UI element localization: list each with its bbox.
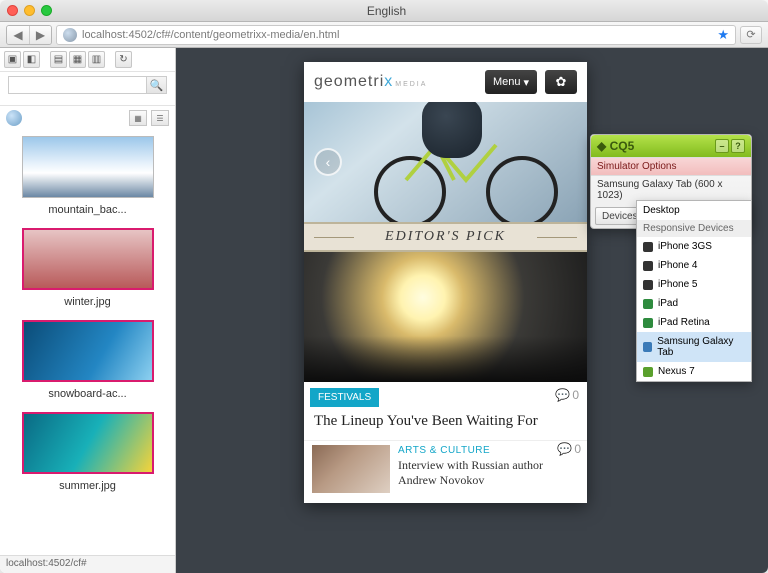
story-category: ARTS & CULTURE xyxy=(398,445,579,456)
status-bar: localhost:4502/cf# xyxy=(0,555,175,573)
carousel-prev-button[interactable]: ‹ xyxy=(314,148,342,176)
device-icon xyxy=(643,367,653,377)
thumbnail-caption: winter.jpg xyxy=(10,296,165,308)
thumbnail-caption: mountain_bac... xyxy=(10,204,165,216)
cq5-section-header: Simulator Options xyxy=(591,157,751,176)
minimize-icon[interactable] xyxy=(24,5,35,16)
back-button[interactable]: ◀ xyxy=(7,26,29,44)
category-tag[interactable]: FESTIVALS xyxy=(310,388,379,407)
thumbnail-item[interactable]: mountain_bac... xyxy=(10,136,165,216)
cq5-logo-icon: ◆ xyxy=(597,139,606,153)
device-option[interactable]: iPhone 4 xyxy=(637,256,751,275)
zoom-icon[interactable] xyxy=(41,5,52,16)
thumbnail-item[interactable]: snowboard-ac... xyxy=(10,320,165,400)
menu-button[interactable]: Menu▾ xyxy=(485,70,537,94)
url-bar[interactable]: localhost:4502/cf#/content/geometrixx-me… xyxy=(56,25,736,45)
device-icon xyxy=(643,242,653,252)
grid-view-button[interactable]: ▦ xyxy=(129,110,147,126)
content-area: geometrixMEDIA Menu▾ ✿ ‹ EDITOR'S PICK F… xyxy=(176,48,768,573)
device-option[interactable]: iPhone 3GS xyxy=(637,237,751,256)
sidebar-search-input[interactable] xyxy=(8,76,147,94)
gear-icon: ✿ xyxy=(556,74,567,90)
device-icon xyxy=(643,261,653,271)
titlebar: English xyxy=(0,0,768,22)
sidebar-search-button[interactable]: 🔍 xyxy=(147,76,167,94)
sb-btn-6[interactable]: ↻ xyxy=(115,51,132,68)
cq5-title: CQ5 xyxy=(610,139,635,153)
device-option[interactable]: Samsung Galaxy Tab xyxy=(637,332,751,362)
window-title: English xyxy=(52,4,721,18)
globe-icon[interactable] xyxy=(6,110,22,126)
hero-carousel[interactable]: ‹ xyxy=(304,102,587,222)
device-icon xyxy=(643,299,653,309)
chevron-down-icon: ▾ xyxy=(523,76,529,89)
comments-count[interactable]: 💬0 xyxy=(555,388,579,402)
device-option[interactable]: iPad Retina xyxy=(637,313,751,332)
thumbnail-item[interactable]: winter.jpg xyxy=(10,228,165,308)
thumbnail-caption: summer.jpg xyxy=(10,480,165,492)
story-thumbnail xyxy=(312,445,390,493)
url-text: localhost:4502/cf#/content/geometrixx-me… xyxy=(82,29,339,41)
story-title: Interview with Russian author Andrew Nov… xyxy=(398,458,579,488)
close-icon[interactable] xyxy=(7,5,18,16)
list-view-button[interactable]: ☰ xyxy=(151,110,169,126)
article-headline[interactable]: The Lineup You've Been Waiting For xyxy=(304,407,587,440)
content-finder-sidebar: ▣ ◧ ▤ ▦ ▥ ↻ 🔍 ▦ ☰ mountain_bac... winter.… xyxy=(0,48,176,573)
simulator-viewport: geometrixMEDIA Menu▾ ✿ ‹ EDITOR'S PICK F… xyxy=(304,62,587,503)
bookmark-icon[interactable]: ★ xyxy=(717,27,729,43)
comments-count[interactable]: 💬0 xyxy=(557,442,581,456)
device-icon xyxy=(643,342,652,352)
device-option[interactable]: iPad xyxy=(637,294,751,313)
sb-btn-5[interactable]: ▥ xyxy=(88,51,105,68)
devices-dropdown-menu: Desktop Responsive Devices iPhone 3GSiPh… xyxy=(636,200,752,382)
cq5-minimize-button[interactable]: – xyxy=(715,139,729,153)
device-option[interactable]: Nexus 7 xyxy=(637,362,751,381)
comment-icon: 💬 xyxy=(557,442,572,456)
sb-btn-2[interactable]: ◧ xyxy=(23,51,40,68)
featured-image[interactable] xyxy=(304,252,587,382)
settings-button[interactable]: ✿ xyxy=(545,70,577,94)
editors-pick-ribbon: EDITOR'S PICK xyxy=(304,222,587,252)
device-option[interactable]: iPhone 5 xyxy=(637,275,751,294)
sb-btn-1[interactable]: ▣ xyxy=(4,51,21,68)
site-logo[interactable]: geometrixMEDIA xyxy=(314,73,427,91)
sb-btn-4[interactable]: ▦ xyxy=(69,51,86,68)
reload-button[interactable]: ⟳ xyxy=(740,26,762,44)
forward-button[interactable]: ▶ xyxy=(29,26,51,44)
sidebar-toolbar: ▣ ◧ ▤ ▦ ▥ ↻ xyxy=(0,48,175,72)
device-icon xyxy=(643,318,653,328)
device-icon xyxy=(643,280,653,290)
app-window: English ◀ ▶ localhost:4502/cf#/content/g… xyxy=(0,0,768,573)
thumbnail-item[interactable]: summer.jpg xyxy=(10,412,165,492)
device-group-header: Responsive Devices xyxy=(637,220,751,237)
sb-btn-3[interactable]: ▤ xyxy=(50,51,67,68)
globe-icon xyxy=(63,28,77,42)
comment-icon: 💬 xyxy=(555,388,570,402)
browser-toolbar: ◀ ▶ localhost:4502/cf#/content/geometrix… xyxy=(0,22,768,48)
thumbnail-list[interactable]: mountain_bac... winter.jpg snowboard-ac...… xyxy=(0,130,175,555)
cq5-help-button[interactable]: ? xyxy=(731,139,745,153)
thumbnail-caption: snowboard-ac... xyxy=(10,388,165,400)
site-header: geometrixMEDIA Menu▾ ✿ xyxy=(304,62,587,102)
story-row[interactable]: ARTS & CULTURE 💬0 Interview with Russian… xyxy=(304,440,587,503)
device-option-desktop[interactable]: Desktop xyxy=(637,201,751,220)
